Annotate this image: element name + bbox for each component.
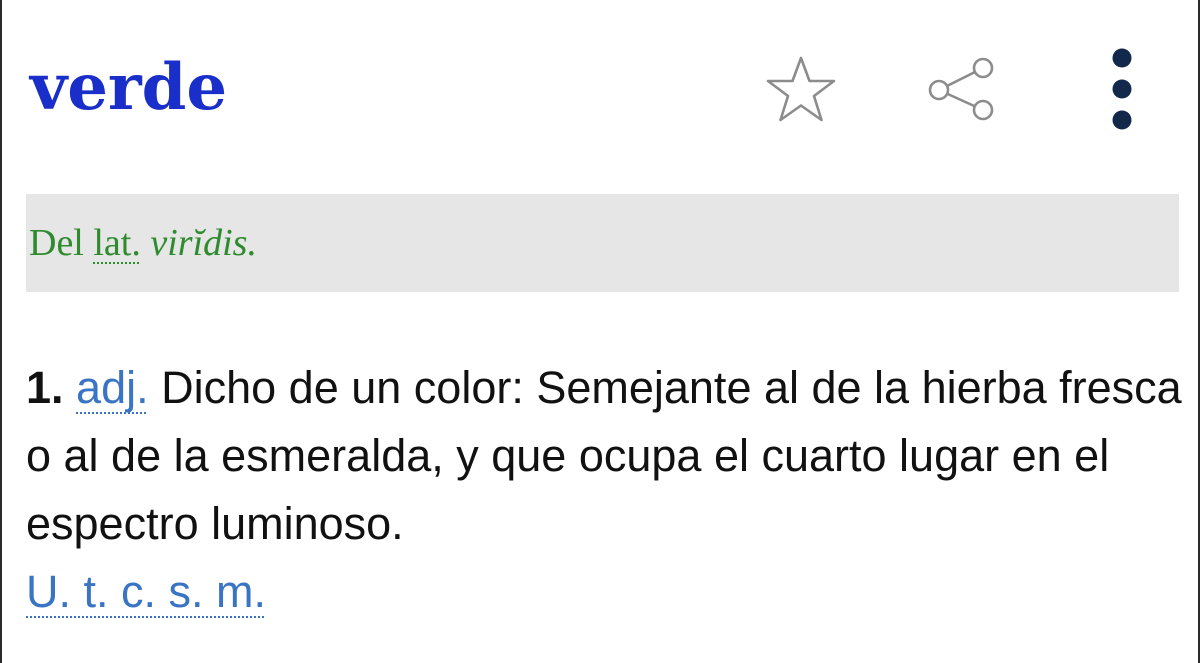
- share-button[interactable]: [924, 54, 998, 126]
- etymology-abbr-link[interactable]: lat.: [93, 222, 140, 264]
- definition-1: 1. adj. Dicho de un color: Semejante al …: [26, 354, 1186, 626]
- part-of-speech-link[interactable]: adj.: [76, 362, 149, 413]
- share-icon: [928, 57, 994, 121]
- definition-number: 1.: [26, 362, 64, 413]
- etymology-prefix: Del: [29, 222, 84, 264]
- more-options-button[interactable]: [1102, 45, 1142, 135]
- dictionary-entry-page: verde Del lat. virĭdis. 1. adj. Dicho de…: [0, 0, 1200, 663]
- etymology-box: Del lat. virĭdis.: [26, 194, 1179, 292]
- usage-note-link[interactable]: U. t. c. s. m.: [26, 566, 266, 617]
- etymology-latin-word: virĭdis.: [150, 222, 257, 264]
- more-vertical-icon: [1112, 48, 1132, 130]
- star-outline-icon: [766, 56, 836, 122]
- definition-text: Dicho de un color: Semejante al de la hi…: [26, 362, 1182, 549]
- favorite-button[interactable]: [764, 54, 838, 126]
- headword: verde: [30, 50, 228, 125]
